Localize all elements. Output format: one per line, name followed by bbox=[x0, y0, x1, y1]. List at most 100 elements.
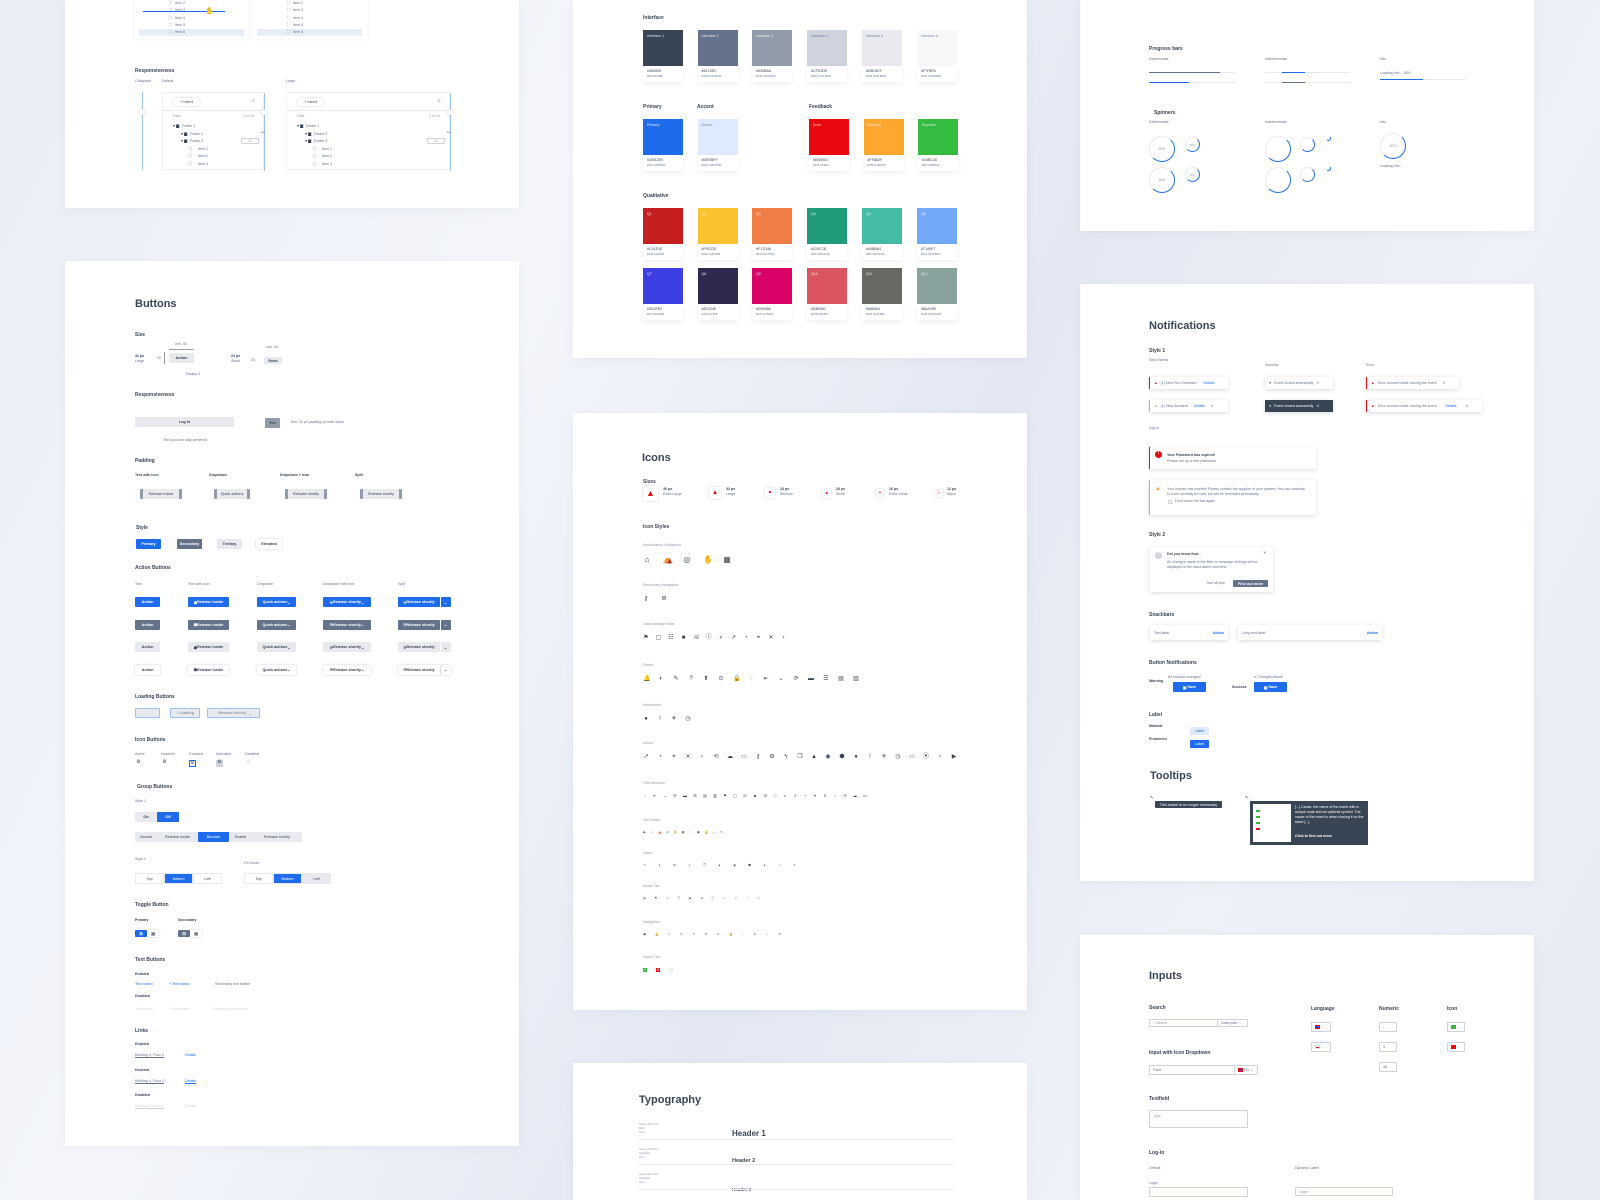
secondary-style-button[interactable]: Secondary bbox=[177, 539, 202, 549]
underline-icon[interactable]: ⛺ bbox=[658, 831, 662, 834]
server-icon[interactable]: ⬢ bbox=[839, 754, 845, 760]
loading-split-button[interactable]: ◌ Release shortly ⌄ bbox=[207, 708, 260, 718]
person-settings-icon[interactable]: ▤ bbox=[838, 676, 844, 682]
fire-notification[interactable]: ▲ (1) New Fire Detection Details bbox=[1149, 377, 1228, 389]
tree-node[interactable]: Item 1 bbox=[322, 147, 332, 152]
list-icon[interactable]: ◎ bbox=[666, 831, 669, 834]
battery-icon[interactable]: ◎ bbox=[683, 556, 691, 564]
turn-off-tips-button[interactable]: Turn off tips bbox=[1206, 581, 1225, 586]
numeric-stepper[interactable]: 1 bbox=[1379, 1042, 1397, 1052]
close-icon[interactable]: ✕ bbox=[656, 968, 660, 972]
people-icon[interactable]: ▥ bbox=[853, 676, 859, 682]
tree-list-item[interactable]: Item 2 bbox=[293, 1, 303, 6]
eye-off-icon[interactable]: ▭ bbox=[909, 754, 915, 760]
icon-dropdown-success[interactable]: ⌄ bbox=[1447, 1022, 1465, 1032]
globe-icon[interactable]: ⇤ bbox=[763, 676, 769, 682]
menu-icon[interactable]: ⚷ bbox=[643, 596, 649, 602]
key-icon[interactable]: ⚑ bbox=[643, 635, 649, 641]
forward-icon[interactable]: ⚙ bbox=[673, 864, 676, 867]
login-input[interactable] bbox=[1149, 1187, 1248, 1197]
link-icon[interactable]: ◐ bbox=[712, 831, 715, 834]
calendar-icon[interactable]: ϟ bbox=[688, 864, 691, 867]
snackbar-action[interactable]: Action bbox=[1213, 631, 1224, 635]
search-icon[interactable]: ⌕ bbox=[252, 99, 255, 104]
tree-list-item[interactable]: Item 5 bbox=[175, 23, 185, 28]
frame-icon[interactable]: ▭ bbox=[863, 794, 867, 798]
camera-icon[interactable]: ▬ bbox=[683, 794, 687, 798]
action-button-pri[interactable]: ⟳ Release shortly ⌄ bbox=[323, 597, 371, 607]
cloud-download-icon[interactable]: ⛺ bbox=[663, 556, 673, 564]
action-button-ter[interactable]: Quick actions ⌄ bbox=[257, 642, 296, 653]
screen-icon[interactable]: ✕ bbox=[768, 635, 774, 641]
split-dropdown-button[interactable]: ⌄ bbox=[440, 664, 451, 675]
group-button[interactable]: Blocked bbox=[198, 832, 229, 842]
action-button-sec[interactable]: Action bbox=[135, 619, 160, 630]
position-tab[interactable]: Left bbox=[302, 873, 331, 884]
action-button-sec[interactable]: ☗ Release inside bbox=[188, 619, 229, 630]
history-icon[interactable]: ⦿ bbox=[923, 754, 929, 760]
tree-view-toggle-secondary[interactable]: ⊞ bbox=[178, 930, 190, 937]
close-icon[interactable]: ✕ bbox=[1466, 404, 1469, 408]
on-button[interactable]: On bbox=[135, 812, 157, 822]
bold-icon[interactable]: ▶ bbox=[643, 831, 646, 834]
padding-demo-button[interactable]: Release inside bbox=[140, 489, 182, 499]
user-icon[interactable]: ☏ bbox=[763, 794, 768, 798]
refresh-icon[interactable]: ❐ bbox=[703, 864, 706, 867]
image-icon[interactable]: ▣ bbox=[697, 831, 700, 834]
camera-icon[interactable]: ● bbox=[763, 864, 766, 867]
primary-style-button[interactable]: Primary bbox=[136, 539, 161, 549]
settings-icon-button[interactable]: ⚙ bbox=[161, 760, 168, 767]
snackbar-action[interactable]: Action bbox=[1367, 631, 1378, 635]
settings-icon-button[interactable]: ⚙ bbox=[216, 760, 223, 767]
square-icon[interactable]: ▥ bbox=[713, 794, 717, 798]
tree-node[interactable]: Folder 3 bbox=[314, 139, 327, 144]
tree-list-item[interactable]: Item 6 bbox=[293, 31, 303, 35]
camera-icon[interactable]: 🔒 bbox=[733, 676, 740, 682]
shield-icon[interactable]: ▤ bbox=[703, 794, 707, 798]
presentation-icon[interactable]: ◌ bbox=[748, 676, 754, 682]
position-tab[interactable]: Bottom bbox=[273, 873, 302, 884]
filter-icon[interactable]: ☷ bbox=[677, 897, 680, 900]
tree-list-item[interactable]: Item 4 bbox=[293, 16, 303, 21]
fault-input[interactable]: Fault bbox=[1149, 1065, 1235, 1075]
hand-icon[interactable]: ☷ bbox=[668, 635, 674, 641]
tree-node[interactable]: Item 3 bbox=[322, 162, 332, 167]
signal-icon[interactable]: ❐ bbox=[797, 754, 803, 760]
error-notification-details[interactable]: ▲ Error occured while closing the event De… bbox=[1366, 400, 1482, 412]
tree-node[interactable]: Folder 1 bbox=[306, 124, 319, 129]
close-icon[interactable]: ✕ bbox=[1316, 404, 1319, 408]
numbered-list-icon[interactable]: ✋ bbox=[674, 831, 678, 834]
action-button-sec[interactable]: ⟳ Release shortly ⌄ bbox=[323, 619, 371, 630]
printer-icon[interactable]: ▢ bbox=[656, 635, 662, 641]
location-link[interactable]: Building 4, Floor 2 bbox=[135, 1053, 164, 1058]
chevron-left-icon[interactable]: ? bbox=[692, 933, 695, 936]
chevron-right-icon[interactable]: ⬆ bbox=[705, 933, 708, 936]
action-button-ele[interactable]: ⟳ Release shortly bbox=[398, 664, 440, 675]
tooltip-rich-link[interactable]: Click to find out more bbox=[1295, 834, 1332, 839]
clock-icon[interactable]: ■ bbox=[753, 794, 757, 798]
timer-icon[interactable]: ϟ bbox=[783, 754, 789, 760]
secondary-text-button[interactable]: Secondary text button bbox=[215, 982, 250, 987]
settings-icon-button[interactable]: ⚙ bbox=[135, 760, 142, 767]
loading-button[interactable]: ◌ Loading bbox=[170, 708, 200, 718]
circle-icon[interactable]: ▲ bbox=[811, 754, 817, 760]
plane-icon[interactable]: ◉ bbox=[733, 864, 736, 867]
empty-icon[interactable] bbox=[669, 968, 673, 972]
action-button-ele[interactable]: Action bbox=[135, 664, 160, 675]
redo-button[interactable]: Redo bbox=[264, 357, 282, 364]
minus-icon[interactable]: ▲ bbox=[718, 864, 721, 867]
save-button-warning[interactable]: ▣ Save bbox=[1173, 682, 1206, 692]
tree-node[interactable]: Folder 2 bbox=[314, 132, 327, 137]
save-button-success[interactable]: ▣ Save bbox=[1254, 682, 1287, 692]
tree-node[interactable]: Item 2 bbox=[322, 154, 332, 159]
folder-open-icon[interactable]: ⇤ bbox=[653, 794, 657, 798]
computer-icon[interactable]: ● bbox=[853, 754, 859, 760]
bell-icon[interactable]: ⬆ bbox=[703, 676, 709, 682]
arrow-up-icon[interactable]: ◔ bbox=[743, 635, 749, 641]
error-notification[interactable]: ▲ Error occured while closing the event ✕ bbox=[1366, 377, 1459, 389]
details-link[interactable]: Details bbox=[1194, 404, 1205, 408]
italic-icon[interactable]: ⌂ bbox=[651, 831, 654, 834]
action-button-large[interactable]: Action bbox=[169, 353, 194, 363]
location-icon[interactable]: ! bbox=[867, 754, 873, 760]
split-dropdown-button[interactable]: ⌄ bbox=[440, 642, 451, 653]
